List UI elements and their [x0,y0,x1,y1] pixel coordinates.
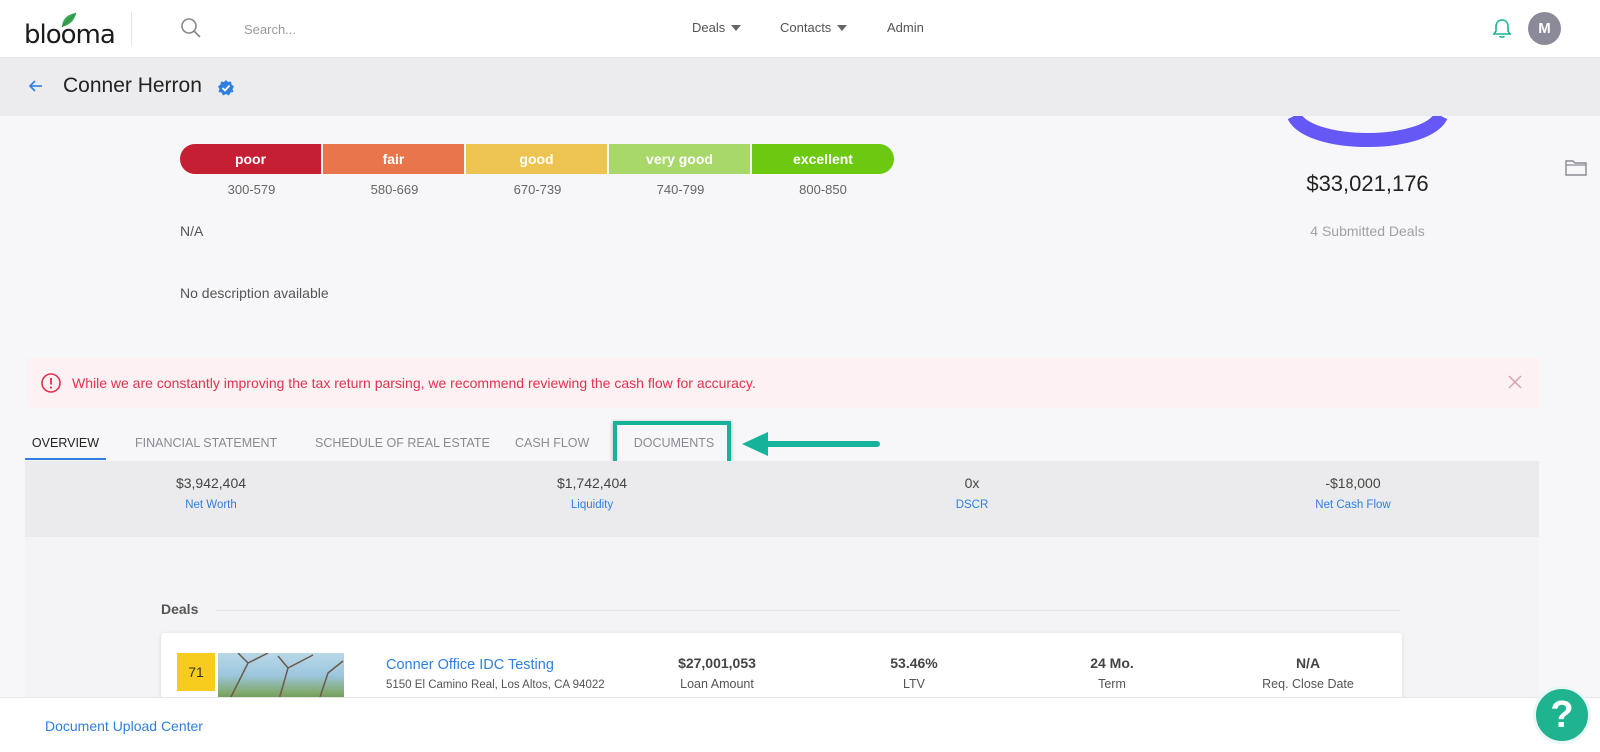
top-nav: blooma Deals Contacts Admin M [0,0,1600,58]
close-icon[interactable] [1507,374,1523,390]
tab-financial-statement[interactable]: FINANCIAL STATEMENT [135,426,277,460]
nav-divider [131,12,132,46]
range-label: 800-850 [799,182,847,197]
credit-score-ranges: 300-579 580-669 670-739 740-799 800-850 [180,182,894,197]
deal-stat-label: Term [1098,677,1126,691]
deal-loan-amount: $27,001,053 Loan Amount [637,655,797,691]
tab-schedule-of-real-estate[interactable]: SCHEDULE OF REAL ESTATE [315,426,490,460]
profile-description: No description available [180,285,329,301]
deals-section-title: Deals [161,601,199,617]
credit-score-scale: poor fair good very good excellent [180,144,894,174]
tab-cash-flow[interactable]: CASH FLOW [515,426,589,460]
metric-net-cash-flow: -$18,000 Net Cash Flow [1253,475,1453,511]
deal-stat-value: 53.46% [890,655,938,671]
scale-segment-fair: fair [323,144,466,174]
range-label: 740-799 [656,182,705,197]
alert-message: While we are constantly improving the ta… [72,375,756,391]
metric-dscr: 0x DSCR [872,475,1072,511]
scale-segment-good: good [466,144,609,174]
scale-segment-poor: poor [180,144,323,174]
logo-text: blooma [24,20,116,50]
deal-stat-value: $27,001,053 [678,655,756,671]
scale-segment-very-good: very good [609,144,752,174]
contacts-menu[interactable]: Contacts [780,20,848,35]
metric-value: 0x [964,475,980,491]
deal-close-date: N/A Req. Close Date [1228,655,1388,691]
caret-down-icon [837,24,848,31]
metric-net-worth: $3,942,404 Net Worth [111,475,311,511]
admin-menu[interactable]: Admin [887,20,924,35]
deals-menu-label: Deals [692,20,726,35]
metric-value: $3,942,404 [175,475,247,491]
deal-name-link[interactable]: Conner Office IDC Testing [386,657,554,673]
scale-segment-excellent: excellent [752,144,894,174]
folder-icon[interactable] [1565,158,1587,176]
financial-metrics: $3,942,404 Net Worth $1,742,404 Liquidit… [25,461,1539,537]
help-button[interactable]: ? [1533,686,1591,744]
deals-menu[interactable]: Deals [692,20,742,35]
metric-label[interactable]: Net Cash Flow [1253,499,1453,511]
document-upload-center-link[interactable]: Document Upload Center [45,718,203,734]
deal-stat-label: Req. Close Date [1262,677,1354,691]
tree-branches-icon [227,653,344,703]
range-label: 670-739 [513,182,562,197]
deal-stat-label: Loan Amount [680,677,754,691]
blooma-logo[interactable]: blooma [24,12,116,50]
metric-label[interactable]: DSCR [872,499,1072,511]
deal-stat-label: LTV [903,677,925,691]
contacts-menu-label: Contacts [780,20,832,35]
back-arrow-icon[interactable] [28,78,44,94]
caret-down-icon [731,24,742,31]
metric-value: $1,742,404 [556,475,628,491]
deals-donut-chart [1287,116,1448,147]
bell-icon[interactable] [1491,17,1513,39]
metric-value: -$18,000 [1325,475,1381,491]
credit-score-value: N/A [180,223,204,239]
deal-term: 24 Mo. Term [1032,655,1192,691]
avatar[interactable]: M [1528,12,1561,45]
range-label: 300-579 [227,182,276,197]
deal-card[interactable]: 71 Conner Office IDC Testing 5150 El Cam… [161,633,1402,703]
deal-photo [218,653,344,703]
exclamation-circle-icon [41,373,61,393]
section-divider [215,610,1401,611]
range-label: 580-669 [370,182,419,197]
metric-label[interactable]: Net Worth [111,499,311,511]
total-deal-amount: $33,021,176 [1306,171,1429,196]
tax-parsing-alert: While we are constantly improving the ta… [27,358,1539,408]
deal-stat-value: N/A [1295,655,1321,671]
submitted-deals-count: 4 Submitted Deals [1310,223,1425,239]
admin-menu-label: Admin [887,20,924,35]
deal-address: 5150 El Camino Real, Los Altos, CA 94022 [386,679,605,691]
search-input[interactable] [236,16,596,42]
documents-tab-highlight [613,421,731,466]
deal-score-badge: 71 [177,653,215,691]
search-icon[interactable] [180,17,202,39]
tab-overview[interactable]: OVERVIEW [25,426,106,460]
deal-stat-value: 24 Mo. [1090,655,1134,671]
footer: Document Upload Center [0,697,1600,752]
metric-label[interactable]: Liquidity [492,499,692,511]
page-title: Conner Herron [63,74,202,97]
profile-header: Conner Herron [0,58,1600,116]
callout-arrow-icon [742,432,880,456]
deal-ltv: 53.46% LTV [834,655,994,691]
verified-badge-icon [218,80,234,96]
metric-liquidity: $1,742,404 Liquidity [492,475,692,511]
